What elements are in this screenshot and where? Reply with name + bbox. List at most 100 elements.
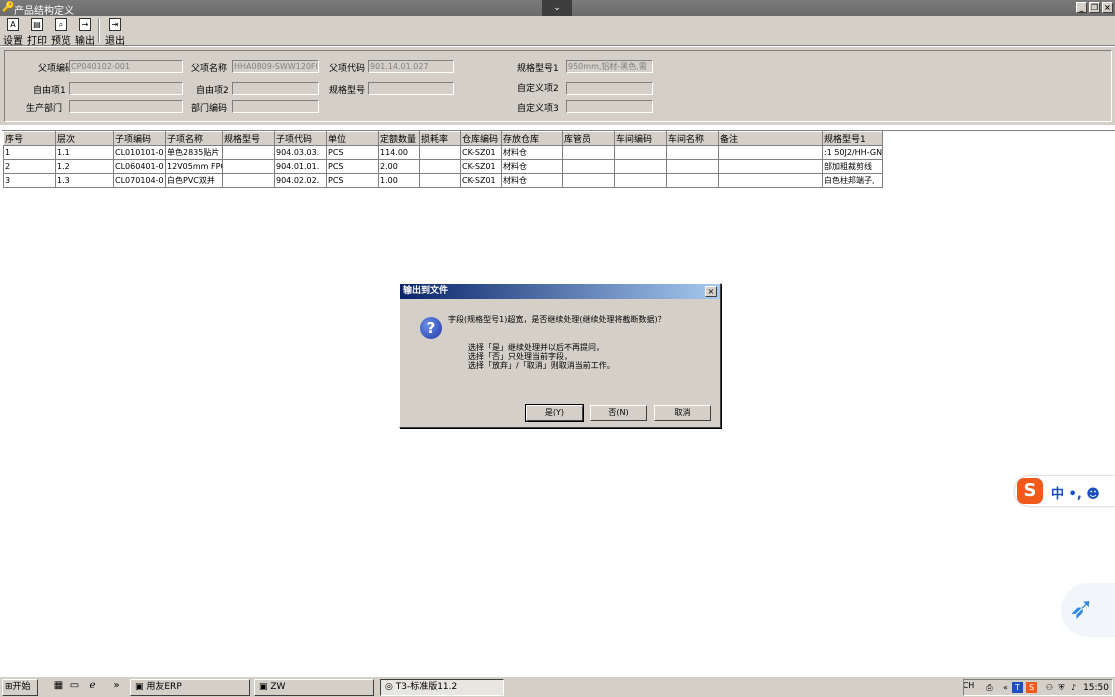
table-cell[interactable]: PCS — [326, 173, 379, 188]
task-erp[interactable]: ▣ 用友ERP — [130, 679, 250, 696]
table-cell[interactable] — [562, 173, 615, 188]
ie-browser-icon[interactable]: ℯ — [86, 680, 99, 694]
volume-icon[interactable]: ♪ — [1068, 682, 1079, 693]
table-cell[interactable]: 白色柱邦端子, — [822, 173, 883, 188]
table-cell[interactable] — [419, 145, 461, 160]
tray-app-icon[interactable]: T — [1012, 682, 1023, 693]
parent-name-field[interactable]: HHA0809-SWW120F005 — [232, 60, 319, 73]
table-cell[interactable] — [718, 173, 823, 188]
column-header[interactable]: 损耗率 — [419, 131, 461, 146]
table-cell[interactable] — [614, 145, 667, 160]
table-cell[interactable]: 1.2 — [55, 159, 114, 174]
dept-field[interactable] — [69, 100, 183, 113]
table-cell[interactable]: CK-SZ01 — [460, 159, 502, 174]
column-header[interactable]: 单位 — [326, 131, 379, 146]
preview-button[interactable]: ⌕ 预览 — [50, 18, 72, 47]
task-t3[interactable]: ◎ T3-标准版11.2 — [380, 679, 504, 696]
table-row[interactable]: 1 1.1 CL010101-0 单色2835贴片 904.03.03. PCS… — [3, 145, 883, 160]
sogou-tray-icon[interactable]: S — [1026, 682, 1037, 693]
network-icon[interactable]: ⚇ — [1044, 682, 1055, 693]
table-cell[interactable]: 白色PVC双并 — [165, 173, 223, 188]
no-button[interactable]: 否(N) — [590, 405, 647, 421]
spec1-field[interactable]: 950mm,铝材-黑色,需 — [566, 60, 653, 73]
settings-button[interactable]: A 设置 — [2, 18, 24, 47]
table-cell[interactable]: PCS — [326, 145, 379, 160]
exit-button[interactable]: ⇥ 退出 — [104, 18, 126, 47]
table-cell[interactable]: 2.00 — [378, 159, 420, 174]
table-cell[interactable] — [419, 159, 461, 174]
column-header[interactable]: 仓库编码 — [460, 131, 502, 146]
ime-status[interactable]: 中 •, ☻ — [1051, 483, 1100, 502]
free2-field[interactable] — [232, 82, 319, 95]
table-cell[interactable]: PCS — [326, 159, 379, 174]
chevron-down-icon[interactable]: ⌄ — [542, 0, 572, 16]
desktop-icon[interactable]: ▦ — [52, 680, 65, 694]
table-cell[interactable]: 1.3 — [55, 173, 114, 188]
task-zw[interactable]: ▣ ZW — [254, 679, 374, 696]
table-cell[interactable]: 单色2835贴片 — [165, 145, 223, 160]
table-cell[interactable]: 1 — [3, 145, 56, 160]
table-cell[interactable]: 12V05mm FPC — [165, 159, 223, 174]
table-cell[interactable]: 904.02.02. — [274, 173, 327, 188]
table-cell[interactable]: CL060401-0 — [113, 159, 166, 174]
table-cell[interactable]: 材料仓 — [501, 173, 563, 188]
column-header[interactable]: 库管员 — [562, 131, 615, 146]
ime-toolbar[interactable]: S 中 •, ☻ — [1015, 476, 1115, 506]
yes-button[interactable]: 是(Y) — [525, 404, 584, 422]
column-header[interactable]: 备注 — [718, 131, 823, 146]
table-row[interactable]: 2 1.2 CL060401-0 12V05mm FPC 904.01.01. … — [3, 159, 883, 174]
table-cell[interactable]: 904.03.03. — [274, 145, 327, 160]
custom2-field[interactable] — [566, 82, 653, 95]
overflow-chevron-icon[interactable]: » — [110, 680, 123, 694]
table-cell[interactable] — [222, 159, 275, 174]
table-cell[interactable]: 1.1 — [55, 145, 114, 160]
table-cell[interactable]: 114.00 — [378, 145, 420, 160]
table-cell[interactable]: 2 — [3, 159, 56, 174]
cancel-button[interactable]: 取消 — [654, 405, 711, 421]
table-cell[interactable]: CL070104-0 — [113, 173, 166, 188]
column-header[interactable]: 规格型号1 — [822, 131, 883, 146]
table-cell[interactable]: 904.01.01. — [274, 159, 327, 174]
table-cell[interactable]: CK-SZ01 — [460, 173, 502, 188]
column-header[interactable]: 层次 — [55, 131, 114, 146]
table-cell[interactable] — [222, 173, 275, 188]
column-header[interactable]: 规格型号 — [222, 131, 275, 146]
table-cell[interactable] — [614, 159, 667, 174]
free1-field[interactable] — [69, 82, 183, 95]
column-header[interactable]: 车间名称 — [666, 131, 719, 146]
table-cell[interactable] — [614, 173, 667, 188]
table-cell[interactable] — [718, 159, 823, 174]
monitor-icon[interactable]: ▭ — [68, 680, 81, 694]
security-icon[interactable]: ⛨ — [1056, 682, 1067, 693]
parent-id-field[interactable]: 901.14.01.027 — [368, 60, 454, 73]
column-header[interactable]: 子项编码 — [113, 131, 166, 146]
table-cell[interactable]: 1.00 — [378, 173, 420, 188]
custom3-field[interactable] — [566, 100, 653, 113]
tray-expand-icon[interactable]: « — [1000, 682, 1011, 693]
floating-assistant[interactable]: ➶ — [1061, 583, 1115, 637]
start-button[interactable]: ⊞开始 — [2, 679, 38, 696]
parent-code-field[interactable]: CP040102-001 — [69, 60, 183, 73]
column-header[interactable]: 车间编码 — [614, 131, 667, 146]
table-cell[interactable] — [666, 145, 719, 160]
dialog-close-icon[interactable]: × — [705, 286, 717, 297]
export-button[interactable]: → 输出 — [74, 18, 96, 47]
table-cell[interactable] — [666, 173, 719, 188]
table-row[interactable]: 3 1.3 CL070104-0 白色PVC双并 904.02.02. PCS … — [3, 173, 883, 188]
restore-button[interactable]: ❐ — [1089, 2, 1100, 13]
clock[interactable]: 15:50 — [1083, 683, 1109, 693]
table-cell[interactable] — [222, 145, 275, 160]
table-cell[interactable]: CK-SZ01 — [460, 145, 502, 160]
close-button[interactable]: × — [1102, 2, 1113, 13]
table-cell[interactable] — [666, 159, 719, 174]
table-cell[interactable]: :1 50J2/HH-GN — [822, 145, 883, 160]
column-header[interactable]: 子项名称 — [165, 131, 223, 146]
printer-tray-icon[interactable]: ⎙ — [984, 682, 995, 693]
table-cell[interactable]: CL010101-0 — [113, 145, 166, 160]
table-cell[interactable]: 材料仓 — [501, 159, 563, 174]
table-cell[interactable] — [419, 173, 461, 188]
column-header[interactable]: 序号 — [3, 131, 56, 146]
table-cell[interactable]: 材料仓 — [501, 145, 563, 160]
column-header[interactable]: 存放仓库 — [501, 131, 563, 146]
table-cell[interactable] — [562, 145, 615, 160]
